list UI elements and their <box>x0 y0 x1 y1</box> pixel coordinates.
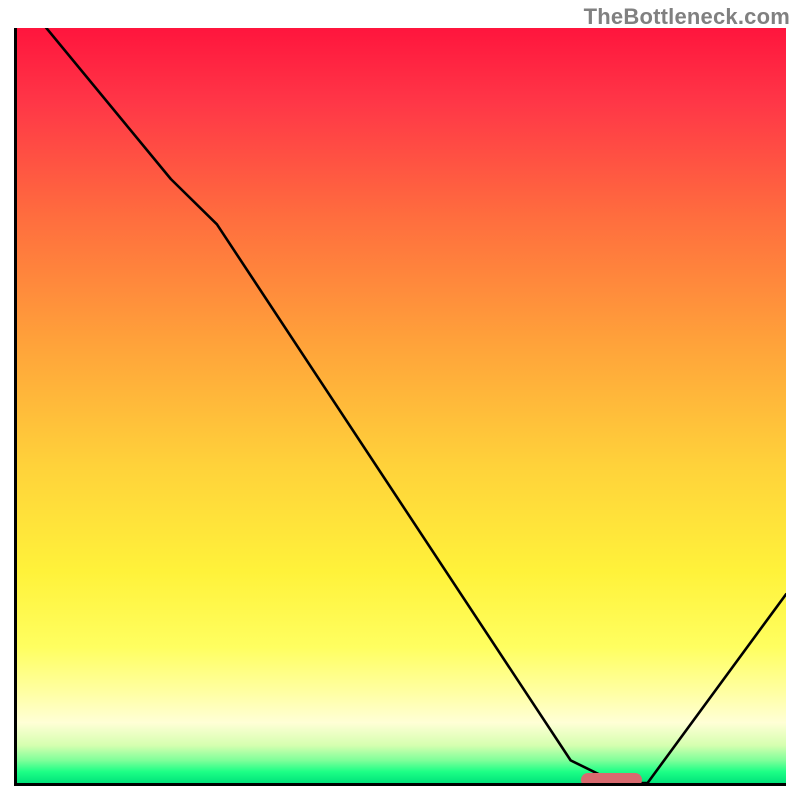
plot-area <box>14 28 786 786</box>
chart-root: TheBottleneck.com <box>0 0 800 800</box>
optimal-marker <box>581 773 643 786</box>
curve-svg <box>17 28 786 783</box>
bottleneck-curve <box>40 28 786 783</box>
watermark-label: TheBottleneck.com <box>584 4 790 30</box>
